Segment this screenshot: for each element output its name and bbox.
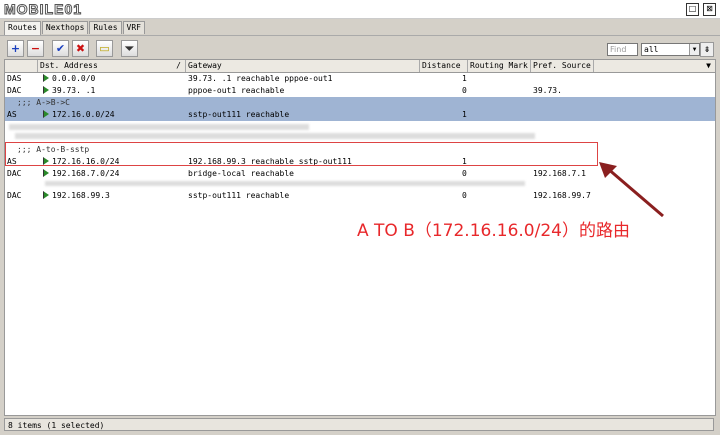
note-icon: ▭ [99,42,110,55]
chevron-down-icon: ▼ [689,44,699,55]
enable-button[interactable]: ✔ [52,40,69,57]
sort-icon: / [176,61,181,70]
route-distance: 0 [462,86,467,95]
column-menu-icon[interactable]: ▼ [706,60,711,72]
route-flag-icon [43,74,49,82]
route-distance: 1 [462,110,467,119]
route-dst: 192.168.99.3 [52,191,110,200]
route-pref-source: 39.73. [533,86,562,95]
find-input[interactable]: Find [607,43,638,56]
route-comment: ;;; A->B->C [17,98,70,107]
annotation-text: A TO B（172.16.16.0/24）的路由 [357,221,630,241]
route-dst: 0.0.0.0/0 [52,74,96,83]
comment-button[interactable]: ▭ [96,40,113,57]
minus-icon: − [30,42,41,55]
filter-menu-button[interactable]: ⇟ [700,42,714,57]
route-gateway: bridge-local reachable [188,169,294,178]
col-dst-address-label: Dst. Address [40,61,98,70]
toolbar: + − ✔ ✖ ▭ ⏷ Find all ▼ ⇟ [0,35,720,60]
route-flag-icon [43,169,49,177]
col-flags[interactable] [5,60,38,72]
route-pref-source: 192.168.99.7 [533,191,591,200]
x-icon: ✖ [75,42,86,55]
route-flags: DAC [7,86,22,95]
tab-bar: Routes Nexthops Rules VRF [4,21,146,35]
route-dst: 39.73. .1 [52,86,96,95]
tab-vrf[interactable]: VRF [122,21,145,34]
redacted-area [15,133,535,139]
logo: MOBILE01 [3,1,83,18]
highlight-box [5,142,598,166]
close-button[interactable]: ⊠ [703,3,716,16]
route-flag-icon [43,110,49,118]
route-gateway: sstp-out111 reachable [188,191,290,200]
route-dst: 192.168.7.0/24 [52,169,120,178]
filter-down-icon: ⇟ [703,45,711,54]
table-header: Dst. Address / Gateway Distance Routing M… [5,60,715,73]
redacted-area [45,181,525,186]
annotation-arrow-icon [599,162,664,218]
route-flags: DAC [7,191,22,200]
add-button[interactable]: + [7,40,24,57]
route-gateway: 39.73. .1 reachable pppoe-out1 [188,74,333,83]
route-distance: 0 [462,191,467,200]
route-flags: AS [7,110,17,119]
tab-nexthops[interactable]: Nexthops [41,21,89,34]
route-flag-icon [43,86,49,94]
col-routing-mark[interactable]: Routing Mark [468,60,531,72]
route-flags: DAS [7,74,22,83]
filter-value: all [644,45,659,54]
route-flag-icon [43,191,49,199]
tab-routes[interactable]: Routes [4,21,41,35]
comment-row[interactable]: ;;; A->B->C [5,97,715,109]
maximize-button[interactable]: □ [686,3,699,16]
col-dst-address[interactable]: Dst. Address / [38,60,186,72]
route-distance: 1 [462,74,467,83]
route-gateway: pppoe-out1 reachable [188,86,285,95]
route-pref-source: 192.168.7.1 [533,169,586,178]
tab-rules[interactable]: Rules [89,21,122,34]
status-bar: 8 items (1 selected) [4,418,714,431]
filter-select[interactable]: all ▼ [641,43,700,56]
disable-button[interactable]: ✖ [72,40,89,57]
col-gateway[interactable]: Gateway [186,60,420,72]
table-row[interactable]: DAC 39.73. .1 pppoe-out1 reachable 0 39.… [5,85,715,97]
check-icon: ✔ [55,42,66,55]
table-row[interactable]: AS 172.16.0.0/24 sstp-out111 reachable 1 [5,109,715,121]
route-flags: DAC [7,169,22,178]
title-bar: MOBILE01 □ ⊠ [0,0,720,19]
route-dst: 172.16.0.0/24 [52,110,115,119]
col-distance[interactable]: Distance [420,60,468,72]
col-extra: ▼ [594,60,715,72]
filter-button[interactable]: ⏷ [121,40,138,57]
remove-button[interactable]: − [27,40,44,57]
col-pref-source[interactable]: Pref. Source [531,60,594,72]
plus-icon: + [10,42,21,55]
route-gateway: sstp-out111 reachable [188,110,290,119]
table-row[interactable]: DAS 0.0.0.0/0 39.73. .1 reachable pppoe-… [5,73,715,85]
route-distance: 0 [462,169,467,178]
redacted-area [9,124,309,130]
filter-icon: ⏷ [125,42,134,55]
